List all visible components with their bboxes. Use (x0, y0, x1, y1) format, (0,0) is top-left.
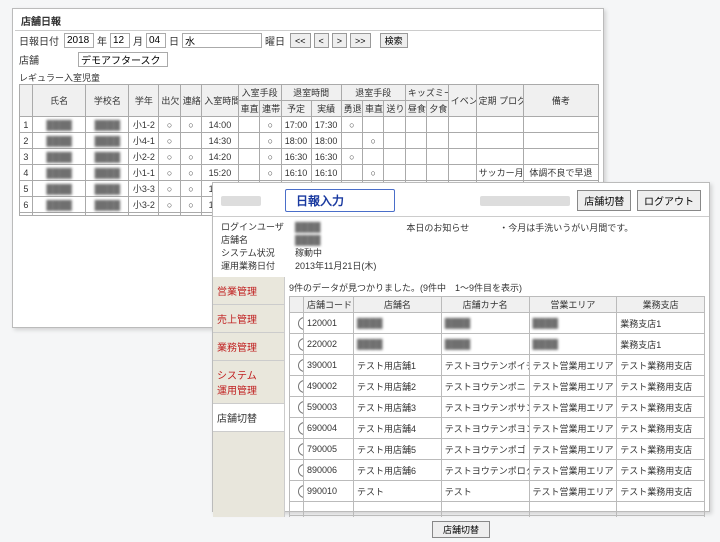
topbar: 日報入力 店舗切替 ログアウト (213, 183, 709, 217)
row-radio[interactable] (298, 443, 304, 456)
day-input[interactable] (146, 33, 166, 48)
change-store-button[interactable]: 店舗切替 (577, 190, 631, 211)
sidebar-item-switch[interactable]: 店舗切替 (213, 404, 284, 432)
panel-title: 店舗日報 (15, 11, 601, 31)
table-row[interactable]: 590003テスト用店舗3テストヨウテンポサンテスト営業用エリアテスト業務用支店 (290, 397, 705, 418)
table-row[interactable]: 490002テスト用店舗2テストヨウテンポニテスト営業用エリアテスト業務用支店 (290, 376, 705, 397)
sidebar-item-ops[interactable]: 業務管理 (213, 333, 284, 361)
sidebar: 営業管理 売上管理 業務管理 システム 運用管理 店舗切替 (213, 277, 285, 517)
notice-title: 本日のお知らせ (406, 221, 469, 234)
row-radio[interactable] (298, 359, 304, 372)
store-input[interactable] (78, 52, 168, 67)
table-row[interactable]: 390001テスト用店舗1テストヨウテンポイチテスト営業用エリアテスト業務用支店 (290, 355, 705, 376)
notice-body: ・今月は手洗いうがい月間です。 (499, 221, 633, 234)
store-label: 店舗 (19, 52, 39, 67)
prev-button[interactable]: < (314, 33, 329, 48)
table-row[interactable]: 1████████小1-2○○14:00○17:0017:30○ (20, 117, 599, 133)
first-button[interactable]: << (290, 33, 311, 48)
table-row[interactable]: 120001████████████業務支店1 (290, 313, 705, 334)
dow-input[interactable] (182, 33, 262, 48)
row-radio[interactable] (298, 485, 304, 498)
row-radio[interactable] (298, 317, 304, 330)
nippo-button[interactable]: 日報入力 (285, 189, 395, 212)
main-area: 9件のデータが見つかりました。(9件中 1～9件目を表示) 店舗コード 店舗名 … (285, 277, 709, 517)
table-row[interactable]: 4████████小1-1○○15:20○16:1016:10○サッカー月曜体調… (20, 165, 599, 181)
sidebar-item-revenue[interactable]: 売上管理 (213, 305, 284, 333)
row-radio[interactable] (298, 401, 304, 414)
row-radio[interactable] (298, 464, 304, 477)
meta-area: ログインユーザ████ 店舗名████ システム状況稼動中 運用業務日付2013… (213, 217, 709, 277)
sidebar-item-sysops[interactable]: システム 運用管理 (213, 361, 284, 404)
table-row[interactable]: 890006テスト用店舗6テストヨウテンポロクテスト営業用エリアテスト業務用支店 (290, 460, 705, 481)
row-radio[interactable] (298, 422, 304, 435)
table-row[interactable]: 2████████小4-1○14:30○18:0018:00○ (20, 133, 599, 149)
date-label: 日報日付 (19, 33, 59, 48)
org-placeholder (480, 196, 570, 206)
store-row: 店舗 (15, 50, 601, 69)
logo-placeholder (221, 196, 261, 206)
table-row[interactable]: 990010テストテストテスト営業用エリアテスト業務用支店 (290, 481, 705, 502)
search-button[interactable]: 検索 (380, 33, 408, 48)
next-button[interactable]: > (332, 33, 347, 48)
sidebar-item-sales[interactable]: 営業管理 (213, 277, 284, 305)
table-row[interactable]: 690004テスト用店舗4テストヨウテンポヨンテスト営業用エリアテスト業務用支店 (290, 418, 705, 439)
section-label: レギュラー入室児童 (15, 69, 601, 84)
store-list-panel: 日報入力 店舗切替 ログアウト ログインユーザ████ 店舗名████ システム… (212, 182, 710, 512)
row-radio[interactable] (298, 380, 304, 393)
last-button[interactable]: >> (350, 33, 371, 48)
table-row[interactable]: 790005テスト用店舗5テストヨウテンポゴテスト営業用エリアテスト業務用支店 (290, 439, 705, 460)
month-input[interactable] (110, 33, 130, 48)
row-radio[interactable] (298, 338, 304, 351)
footer-switch-button[interactable]: 店舗切替 (432, 521, 490, 538)
logout-button[interactable]: ログアウト (637, 190, 701, 211)
date-filter-row: 日報日付 年 月 日 曜日 << < > >> 検索 (15, 31, 601, 50)
result-message: 9件のデータが見つかりました。(9件中 1～9件目を表示) (289, 281, 705, 294)
table-row[interactable]: 3████████小2-2○○14:20○16:3016:30○ (20, 149, 599, 165)
table-row[interactable]: 220002████████████業務支店1 (290, 334, 705, 355)
store-table: 店舗コード 店舗名 店舗カナ名 営業エリア 業務支店 120001███████… (289, 296, 705, 517)
year-input[interactable] (64, 33, 94, 48)
